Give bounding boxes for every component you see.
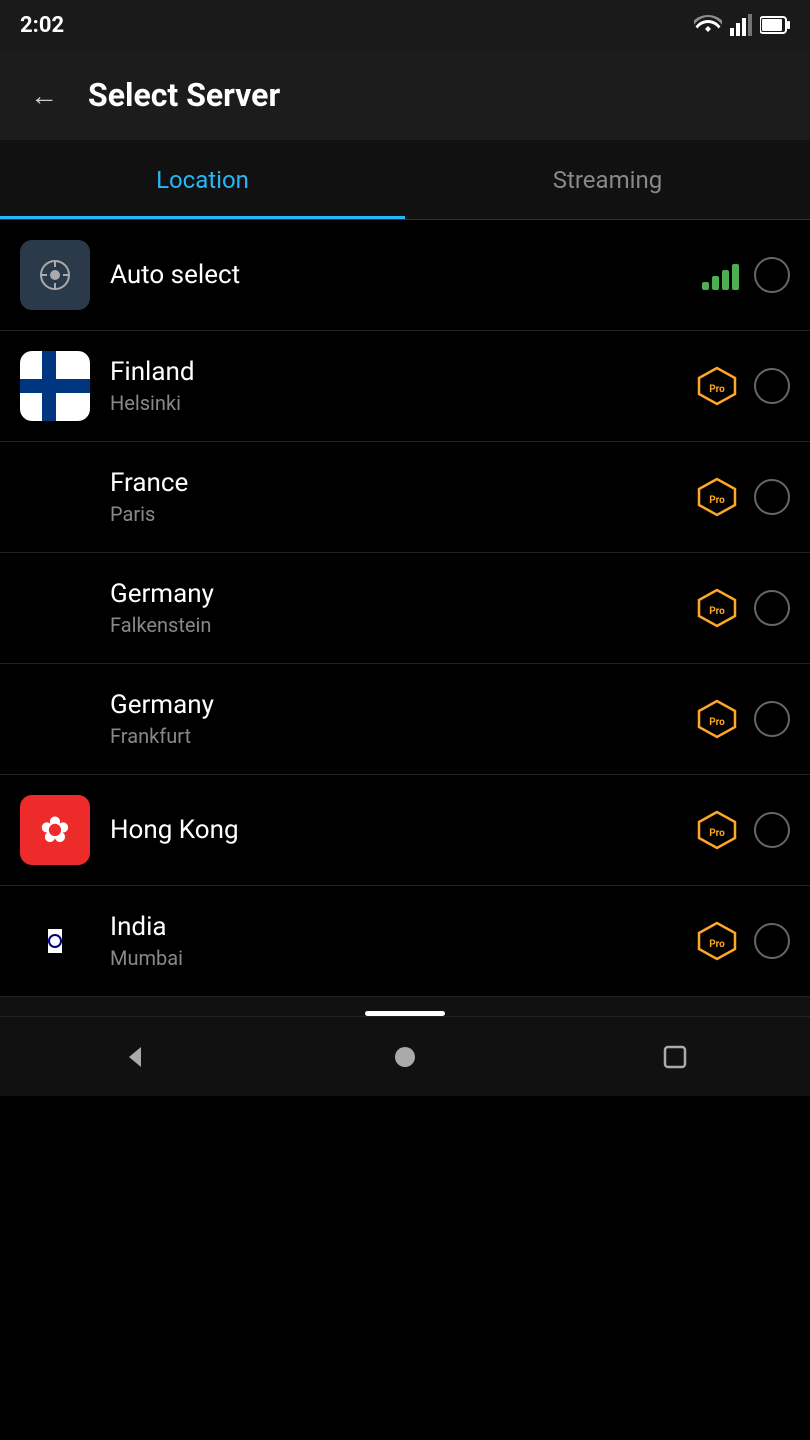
france-info: France Paris	[110, 468, 695, 526]
status-bar: 2:02	[0, 0, 810, 50]
signal-bar-2	[712, 276, 719, 290]
battery-icon	[760, 16, 790, 34]
wifi-icon	[694, 14, 722, 36]
server-item-germany-frankfurt[interactable]: Germany Frankfurt Pro	[0, 664, 810, 775]
pro-badge-germany-frankfurt: Pro	[695, 699, 739, 739]
hongkong-right: Pro	[695, 810, 790, 850]
france-right: Pro	[695, 477, 790, 517]
select-radio-germany-falkenstein[interactable]	[754, 590, 790, 626]
finland-info: Finland Helsinki	[110, 357, 695, 415]
svg-text:Pro: Pro	[709, 828, 725, 839]
flag-germany-falkenstein	[20, 573, 90, 643]
status-time: 2:02	[20, 13, 64, 38]
select-radio-india[interactable]	[754, 923, 790, 959]
hongkong-flower: ✿	[40, 809, 70, 851]
india-right: Pro	[695, 921, 790, 961]
nav-home-icon	[391, 1043, 419, 1071]
signal-icon	[730, 14, 752, 36]
server-item-india[interactable]: India Mumbai Pro	[0, 886, 810, 997]
pro-badge-hongkong: Pro	[695, 810, 739, 850]
pro-badge-india: Pro	[695, 921, 739, 961]
pro-badge-finland: Pro	[695, 366, 739, 406]
flag-finland	[20, 351, 90, 421]
svg-text:Pro: Pro	[709, 384, 725, 395]
svg-text:Pro: Pro	[709, 495, 725, 506]
scroll-indicator-area	[0, 997, 810, 1016]
germany-frankfurt-name: Germany	[110, 690, 695, 720]
germany-frankfurt-right: Pro	[695, 699, 790, 739]
signal-bar-1	[702, 282, 709, 290]
flag-india	[20, 906, 90, 976]
finland-right: Pro	[695, 366, 790, 406]
page-title: Select Server	[88, 76, 280, 114]
auto-select-name: Auto select	[110, 260, 702, 290]
india-name: India	[110, 912, 695, 942]
ashoka-chakra	[48, 934, 62, 948]
auto-select-info: Auto select	[110, 260, 702, 290]
tab-location[interactable]: Location	[0, 140, 405, 219]
auto-select-icon	[20, 240, 90, 310]
server-item-auto[interactable]: Auto select	[0, 220, 810, 331]
select-radio-auto[interactable]	[754, 257, 790, 293]
india-info: India Mumbai	[110, 912, 695, 970]
signal-strength	[702, 260, 739, 290]
auto-select-right	[702, 257, 790, 293]
nav-back-button[interactable]	[110, 1032, 160, 1082]
germany-frankfurt-sub: Frankfurt	[110, 724, 695, 748]
select-radio-finland[interactable]	[754, 368, 790, 404]
finland-name: Finland	[110, 357, 695, 387]
svg-text:Pro: Pro	[709, 717, 725, 728]
signal-bar-4	[732, 264, 739, 290]
signal-bar-3	[722, 270, 729, 290]
france-sub: Paris	[110, 502, 695, 526]
svg-text:Pro: Pro	[709, 939, 725, 950]
server-item-germany-falkenstein[interactable]: Germany Falkenstein Pro	[0, 553, 810, 664]
nav-recents-icon	[661, 1043, 689, 1071]
pro-badge-france: Pro	[695, 477, 739, 517]
nav-bar	[0, 1016, 810, 1096]
select-radio-france[interactable]	[754, 479, 790, 515]
status-icons	[694, 14, 790, 36]
hongkong-info: Hong Kong	[110, 815, 695, 845]
finland-sub: Helsinki	[110, 391, 695, 415]
flag-france	[20, 462, 90, 532]
server-item-france[interactable]: France Paris Pro	[0, 442, 810, 553]
germany-falkenstein-info: Germany Falkenstein	[110, 579, 695, 637]
pro-badge-germany-falkenstein: Pro	[695, 588, 739, 628]
flag-germany-frankfurt	[20, 684, 90, 754]
server-item-finland[interactable]: Finland Helsinki Pro	[0, 331, 810, 442]
select-radio-germany-frankfurt[interactable]	[754, 701, 790, 737]
top-bar: ← Select Server	[0, 50, 810, 140]
nav-home-button[interactable]	[380, 1032, 430, 1082]
india-white	[48, 929, 62, 952]
server-item-hongkong[interactable]: ✿ Hong Kong Pro	[0, 775, 810, 886]
select-radio-hongkong[interactable]	[754, 812, 790, 848]
nav-back-icon	[121, 1043, 149, 1071]
tab-streaming[interactable]: Streaming	[405, 140, 810, 219]
svg-text:Pro: Pro	[709, 606, 725, 617]
india-sub: Mumbai	[110, 946, 695, 970]
germany-falkenstein-right: Pro	[695, 588, 790, 628]
germany-frankfurt-info: Germany Frankfurt	[110, 690, 695, 748]
germany-falkenstein-name: Germany	[110, 579, 695, 609]
germany-falkenstein-sub: Falkenstein	[110, 613, 695, 637]
server-list: Auto select Finland Helsinki Pro	[0, 220, 810, 997]
flag-hongkong: ✿	[20, 795, 90, 865]
france-name: France	[110, 468, 695, 498]
nav-recents-button[interactable]	[650, 1032, 700, 1082]
hongkong-name: Hong Kong	[110, 815, 695, 845]
back-button[interactable]: ←	[20, 69, 68, 122]
tab-bar: Location Streaming	[0, 140, 810, 220]
